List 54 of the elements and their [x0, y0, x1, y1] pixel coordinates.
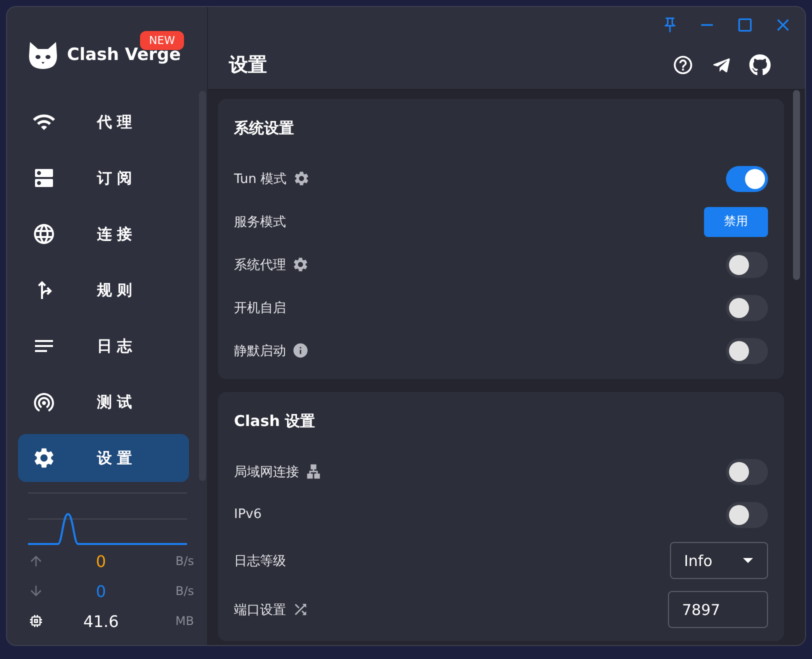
memory-chip-icon	[28, 613, 44, 629]
scrollbar[interactable]	[199, 91, 206, 481]
upload-unit: B/s	[174, 554, 194, 568]
dropdown-caret-icon	[743, 558, 753, 563]
network-icon[interactable]	[305, 463, 322, 480]
cat-octocat-icon[interactable]	[749, 54, 771, 76]
section-title: Clash 设置	[234, 412, 316, 430]
nav-item[interactable]: 订 阅	[18, 154, 189, 202]
cat-logo-icon	[27, 40, 59, 70]
globe-icon	[32, 222, 56, 246]
shuffle-icon[interactable]	[292, 601, 309, 618]
toggle-switch[interactable]	[726, 294, 768, 320]
help-icon[interactable]	[672, 54, 694, 76]
upload-speed: 0	[94, 552, 108, 570]
setting-label: IPv6	[234, 507, 262, 522]
download-arrow-icon	[28, 583, 44, 599]
nav-item[interactable]: 连 接	[18, 210, 189, 258]
port-field[interactable]: 7897	[668, 591, 768, 628]
setting-label: 日志等级	[234, 552, 286, 570]
setting-label: 服务模式	[234, 214, 286, 230]
setting-label: 系统代理	[234, 256, 286, 274]
server-icon	[32, 166, 56, 190]
toggle-switch[interactable]	[726, 338, 768, 364]
upload-arrow-icon	[28, 553, 44, 569]
setting-label: 静默启动	[234, 342, 286, 360]
signal-icon	[32, 390, 56, 414]
download-speed: 0	[94, 582, 108, 600]
nav-item[interactable]: 设 置	[18, 434, 189, 482]
toggle-switch[interactable]	[726, 458, 768, 484]
nav-item[interactable]: 代 理	[18, 98, 189, 146]
download-unit: B/s	[174, 584, 194, 598]
page-title: 设置	[229, 53, 267, 78]
nav-item[interactable]: 日 志	[18, 322, 189, 370]
toggle-switch[interactable]	[726, 166, 768, 192]
settings-icon[interactable]	[292, 170, 310, 187]
disable-button[interactable]: 禁用	[704, 206, 768, 236]
section-title: 系统设置	[234, 118, 294, 138]
log-level-select[interactable]: Info	[670, 542, 768, 579]
memory-usage: 41.6	[82, 612, 120, 630]
paper-plane-icon[interactable]	[712, 56, 731, 74]
nav-item[interactable]: 规 则	[18, 266, 189, 314]
setting-label: 开机自启	[234, 300, 286, 316]
new-badge: NEW	[140, 31, 184, 50]
info-icon[interactable]	[292, 342, 309, 359]
setting-label: 端口设置	[234, 602, 286, 618]
memory-unit: MB	[174, 614, 194, 628]
nav-item[interactable]: 测 试	[18, 378, 189, 426]
settings-icon	[32, 446, 56, 470]
toggle-switch[interactable]	[726, 502, 768, 528]
toggle-switch[interactable]	[726, 252, 768, 278]
setting-label: Tun 模式	[234, 170, 287, 188]
settings-icon[interactable]	[292, 256, 309, 273]
setting-label: 局域网连接	[234, 464, 299, 480]
scrollbar[interactable]	[793, 90, 800, 280]
